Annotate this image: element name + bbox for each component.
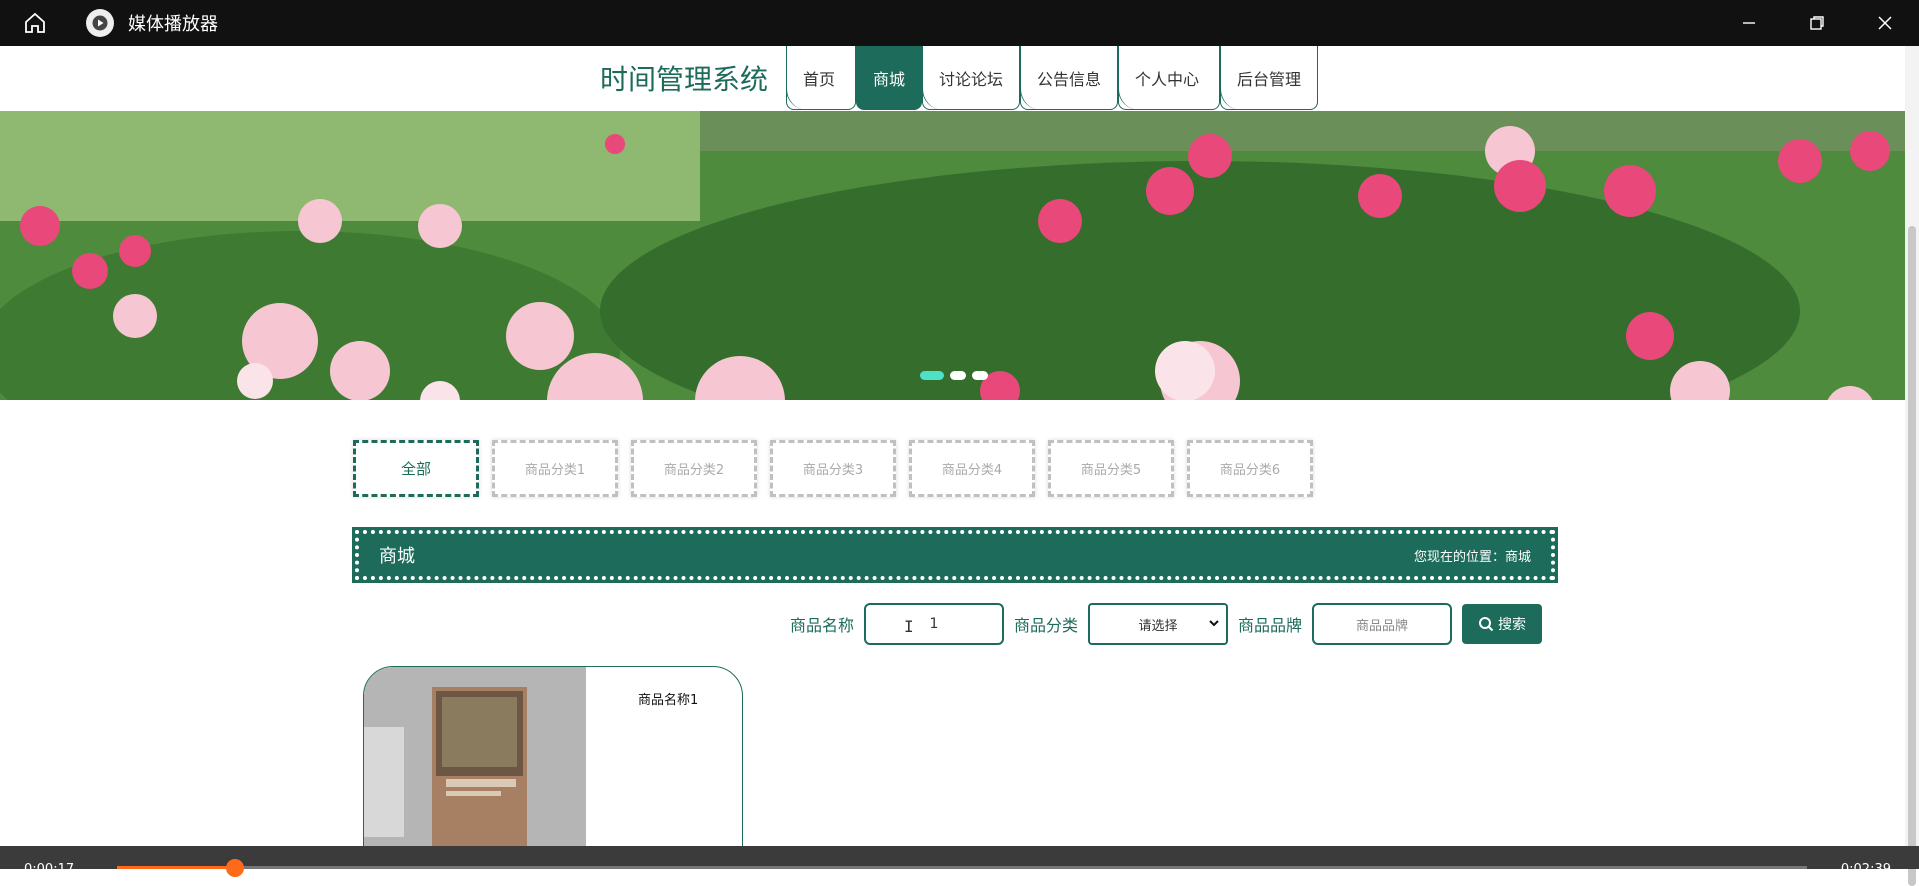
site-title: 时间管理系统 bbox=[600, 63, 769, 96]
product-card[interactable]: 商品名称1 bbox=[363, 666, 743, 856]
product-name-label: 商品名称 bbox=[790, 616, 855, 635]
player-title-bar: 媒体播放器 bbox=[0, 0, 1919, 46]
restore-icon bbox=[1810, 16, 1824, 30]
breadcrumb: 您现在的位置：商城 bbox=[1413, 549, 1531, 565]
search-icon bbox=[1479, 617, 1494, 632]
category-all[interactable]: 全部 bbox=[353, 440, 479, 497]
nav-shop[interactable]: 商城 bbox=[856, 46, 922, 110]
brand-placeholder: 商品品牌 bbox=[1356, 618, 1409, 634]
player-controls-bar: 0:00:17 0:02:39 bbox=[0, 846, 1919, 877]
media-player-app-icon bbox=[86, 9, 114, 37]
home-icon bbox=[25, 12, 45, 33]
category-tab[interactable]: 商品分类3 bbox=[770, 440, 896, 497]
scrollbar-thumb[interactable] bbox=[1908, 226, 1916, 886]
category-select-value: 请选择 bbox=[1138, 618, 1178, 634]
product-category-label: 商品分类 bbox=[1014, 616, 1079, 635]
product-name-input[interactable]: I 1 bbox=[864, 603, 1005, 645]
minimize-button[interactable] bbox=[1715, 0, 1783, 46]
category-tab[interactable]: 商品分类5 bbox=[1048, 440, 1174, 497]
product-brand-label: 商品品牌 bbox=[1238, 616, 1303, 635]
nav-personal-center[interactable]: 个人中心 bbox=[1118, 46, 1220, 110]
chevron-down-icon bbox=[1209, 620, 1219, 627]
nav-admin[interactable]: 后台管理 bbox=[1220, 46, 1318, 110]
search-form: 商品名称 I 1 商品分类 请选择 商品品牌 商品品牌 搜索 bbox=[790, 603, 1543, 645]
text-cursor-icon: I bbox=[904, 617, 914, 636]
time-elapsed: 0:00:17 bbox=[24, 862, 75, 877]
search-button-label: 搜索 bbox=[1498, 617, 1527, 633]
time-total: 0:02:39 bbox=[1840, 862, 1891, 877]
category-tabs: 全部 商品分类1 商品分类2 商品分类3 商品分类4 商品分类5 商品分类6 bbox=[353, 440, 1326, 497]
banner-carousel[interactable] bbox=[0, 111, 1905, 400]
category-tab[interactable]: 商品分类4 bbox=[909, 440, 1035, 497]
home-button[interactable] bbox=[0, 0, 70, 46]
restore-button[interactable] bbox=[1783, 0, 1851, 46]
nav-notices[interactable]: 公告信息 bbox=[1020, 46, 1118, 110]
carousel-dot[interactable] bbox=[972, 371, 988, 380]
minimize-icon bbox=[1743, 22, 1755, 24]
nav-forum[interactable]: 讨论论坛 bbox=[922, 46, 1020, 110]
product-name-value: 1 bbox=[929, 616, 939, 632]
section-header: 商城 您现在的位置：商城 bbox=[352, 527, 1558, 583]
banner-image bbox=[0, 111, 1905, 400]
progress-knob[interactable] bbox=[226, 859, 245, 877]
search-button[interactable]: 搜索 bbox=[1462, 604, 1543, 644]
app-title: 媒体播放器 bbox=[128, 14, 218, 35]
category-tab[interactable]: 商品分类6 bbox=[1187, 440, 1313, 497]
carousel-indicators bbox=[920, 371, 988, 380]
section-title: 商城 bbox=[379, 546, 415, 567]
nav-home[interactable]: 首页 bbox=[786, 46, 856, 110]
product-brand-input[interactable]: 商品品牌 bbox=[1312, 603, 1453, 645]
category-tab[interactable]: 商品分类1 bbox=[492, 440, 618, 497]
product-photo bbox=[364, 667, 586, 855]
close-icon bbox=[1878, 16, 1892, 30]
category-tab[interactable]: 商品分类2 bbox=[631, 440, 757, 497]
carousel-dot[interactable] bbox=[950, 371, 966, 380]
product-category-select[interactable]: 请选择 bbox=[1088, 603, 1229, 645]
main-nav: 首页 商城 讨论论坛 公告信息 个人中心 后台管理 bbox=[786, 46, 1318, 111]
product-name[interactable]: 商品名称1 bbox=[638, 689, 698, 708]
page-scrollbar[interactable] bbox=[1905, 46, 1919, 886]
close-button[interactable] bbox=[1851, 0, 1919, 46]
carousel-dot[interactable] bbox=[920, 371, 944, 380]
site-header: 时间管理系统 首页 商城 讨论论坛 公告信息 个人中心 后台管理 bbox=[0, 46, 1905, 111]
product-image[interactable] bbox=[364, 667, 586, 855]
